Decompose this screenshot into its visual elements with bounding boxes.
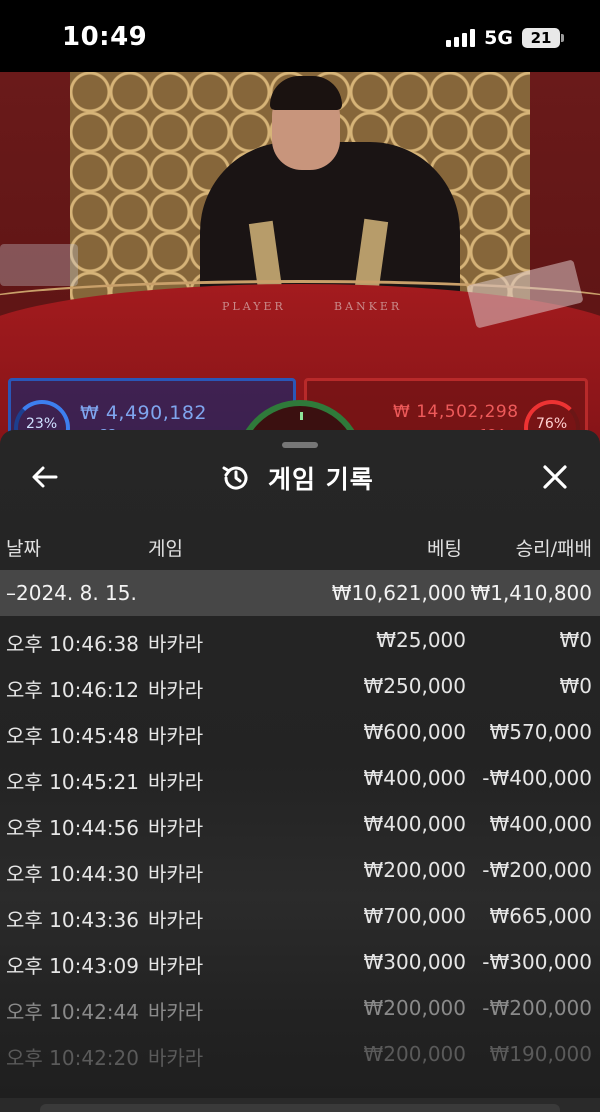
back-button[interactable] — [30, 462, 60, 492]
row-result: ₩190,000 — [489, 1042, 592, 1066]
row-game: 바카라 — [148, 816, 204, 840]
chip-tray — [0, 244, 78, 286]
history-row[interactable]: 오후 10:44:30 바카라 ₩200,000 -₩200,000 — [0, 846, 600, 892]
date-group-label: –2024. 8. 15. — [6, 581, 137, 605]
row-game: 바카라 — [148, 632, 204, 656]
column-header-result: 승리/패배 — [515, 538, 592, 560]
row-game: 바카라 — [148, 954, 204, 978]
live-video: PLAYER BANKER 23% ₩ 4,490,182 33 ₩ 14,50… — [0, 72, 600, 452]
bottom-bar — [0, 1098, 600, 1112]
history-row[interactable]: 오후 10:42:44 바카라 ₩200,000 -₩200,000 — [0, 984, 600, 1030]
row-bet: ₩400,000 — [363, 766, 466, 790]
battery-icon: 21 — [522, 28, 564, 48]
status-icons: 5G 21 — [446, 27, 564, 49]
row-time: 오후 10:44:30 — [6, 862, 139, 886]
row-time: 오후 10:46:38 — [6, 632, 139, 656]
history-row[interactable]: 오후 10:43:36 바카라 ₩700,000 ₩665,000 — [0, 892, 600, 938]
signal-icon — [446, 29, 476, 47]
history-list: 오후 10:46:38 바카라 ₩25,000 ₩0 오후 10:46:12 바… — [0, 616, 600, 1076]
history-icon — [222, 466, 248, 490]
row-time: 오후 10:46:12 — [6, 678, 139, 702]
history-row[interactable]: 오후 10:43:09 바카라 ₩300,000 -₩300,000 — [0, 938, 600, 984]
row-game: 바카라 — [148, 862, 204, 886]
row-game: 바카라 — [148, 908, 204, 932]
history-row[interactable]: 오후 10:45:21 바카라 ₩400,000 -₩400,000 — [0, 754, 600, 800]
row-time: 오후 10:42:44 — [6, 1000, 139, 1024]
row-result: ₩570,000 — [489, 720, 592, 744]
row-bet: ₩250,000 — [363, 674, 466, 698]
row-bet: ₩200,000 — [363, 996, 466, 1020]
history-row[interactable]: 오후 10:42:20 바카라 ₩200,000 ₩190,000 — [0, 1030, 600, 1076]
row-result: -₩200,000 — [482, 858, 592, 882]
row-game: 바카라 — [148, 770, 204, 794]
row-game: 바카라 — [148, 678, 204, 702]
row-bet: ₩700,000 — [363, 904, 466, 928]
sheet-title: 게임 기록 — [220, 460, 374, 496]
status-bar: 10:49 5G 21 — [0, 0, 600, 72]
date-group-total-result: ₩1,410,800 — [470, 581, 592, 605]
row-time: 오후 10:42:20 — [6, 1046, 139, 1070]
network-type: 5G — [484, 27, 513, 49]
row-bet: ₩25,000 — [376, 628, 466, 652]
column-header-game: 게임 — [148, 538, 183, 560]
row-result: ₩400,000 — [489, 812, 592, 836]
row-time: 오후 10:43:36 — [6, 908, 139, 932]
player-amount: ₩ 4,490,182 — [80, 402, 208, 424]
row-time: 오후 10:43:09 — [6, 954, 139, 978]
history-row[interactable]: 오후 10:44:56 바카라 ₩400,000 ₩400,000 — [0, 800, 600, 846]
row-game: 바카라 — [148, 724, 204, 748]
column-header-bet: 베팅 — [427, 538, 462, 560]
row-game: 바카라 — [148, 1046, 204, 1070]
banker-amount: ₩ 14,502,298 — [393, 402, 519, 422]
history-row[interactable]: 오후 10:46:12 바카라 ₩250,000 ₩0 — [0, 662, 600, 708]
date-group-row[interactable]: –2024. 8. 15. ₩10,621,000 ₩1,410,800 — [0, 570, 600, 616]
arrow-left-icon — [32, 466, 58, 488]
row-bet: ₩200,000 — [363, 858, 466, 882]
row-result: ₩665,000 — [489, 904, 592, 928]
close-button[interactable] — [540, 462, 570, 492]
close-icon — [543, 465, 567, 489]
row-bet: ₩600,000 — [363, 720, 466, 744]
column-header-date: 날짜 — [6, 538, 41, 560]
table-label-banker: BANKER — [334, 300, 403, 313]
date-group-total-bet: ₩10,621,000 — [331, 581, 466, 605]
row-result: ₩0 — [559, 628, 593, 652]
row-time: 오후 10:45:48 — [6, 724, 139, 748]
row-result: -₩200,000 — [482, 996, 592, 1020]
row-result: ₩0 — [559, 674, 593, 698]
sheet-grabber[interactable] — [282, 442, 318, 448]
row-result: -₩300,000 — [482, 950, 592, 974]
row-time: 오후 10:44:56 — [6, 816, 139, 840]
table-label-player: PLAYER — [222, 300, 286, 313]
history-row[interactable]: 오후 10:46:38 바카라 ₩25,000 ₩0 — [0, 616, 600, 662]
row-time: 오후 10:45:21 — [6, 770, 139, 794]
clock: 10:49 — [62, 22, 148, 52]
game-history-sheet: 게임 기록 날짜 게임 베팅 승리/패배 –2024. 8. 15. ₩10,6… — [0, 430, 600, 1098]
title-text: 게임 기록 — [268, 465, 374, 494]
row-bet: ₩300,000 — [363, 950, 466, 974]
row-game: 바카라 — [148, 1000, 204, 1024]
row-bet: ₩200,000 — [363, 1042, 466, 1066]
history-row[interactable]: 오후 10:45:48 바카라 ₩600,000 ₩570,000 — [0, 708, 600, 754]
row-bet: ₩400,000 — [363, 812, 466, 836]
row-result: -₩400,000 — [482, 766, 592, 790]
